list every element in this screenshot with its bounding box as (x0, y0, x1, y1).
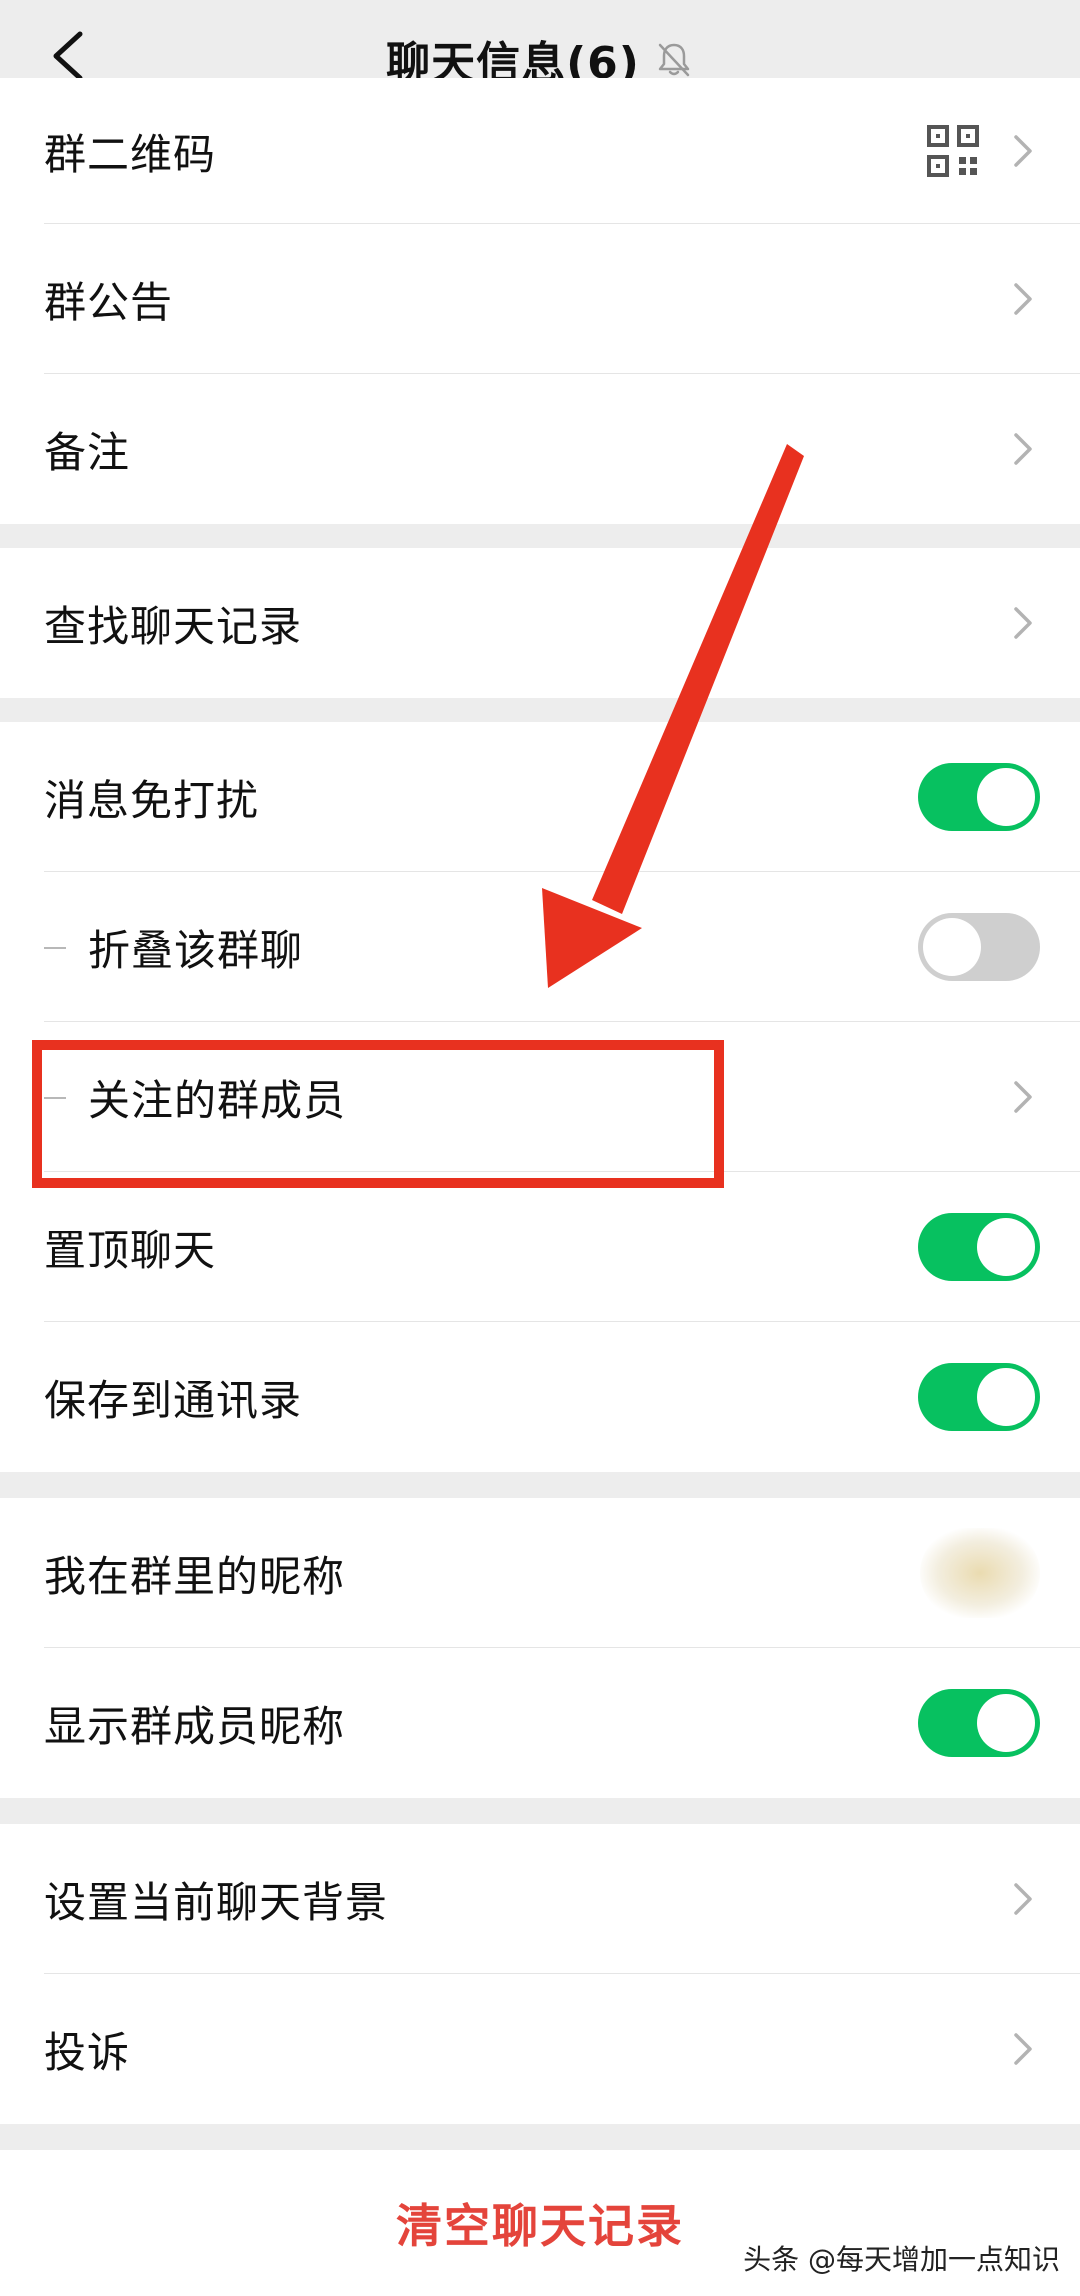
row-remark[interactable]: 备注 (0, 374, 1080, 524)
toggle-knob (977, 1368, 1035, 1426)
settings-group-3: 消息免打扰 折叠该群聊 关注的群成员 置顶聊天 保存到通讯录 (0, 722, 1080, 1472)
chevron-right-icon (1006, 1877, 1040, 1921)
row-label: 我在群里的昵称 (44, 1551, 346, 1601)
row-label: 备注 (44, 427, 131, 477)
row-label: 折叠该群聊 (88, 925, 304, 975)
watermark-text: 头条 @每天增加一点知识 (743, 2243, 1060, 2276)
row-label: 保存到通讯录 (44, 1375, 303, 1425)
chevron-right-icon (1006, 2027, 1040, 2071)
chevron-right-icon (1006, 601, 1040, 645)
row-label: 群二维码 (44, 129, 217, 179)
chevron-right-icon (1006, 1075, 1040, 1119)
blurred-nickname (920, 1528, 1040, 1618)
bell-off-icon (654, 39, 694, 79)
row-mute-notifications: 消息免打扰 (0, 722, 1080, 872)
clear-chat-history-label: 清空聊天记录 (396, 2199, 684, 2253)
settings-group-5: 设置当前聊天背景 投诉 (0, 1824, 1080, 2124)
row-label: 关注的群成员 (88, 1075, 347, 1125)
indent-dash (44, 947, 66, 949)
mute-toggle[interactable] (918, 763, 1040, 831)
row-label: 置顶聊天 (44, 1225, 217, 1275)
toggle-knob (923, 918, 981, 976)
row-followed-members[interactable]: 关注的群成员 (0, 1022, 1080, 1172)
settings-group-2: 查找聊天记录 (0, 548, 1080, 698)
toggle-knob (977, 1694, 1035, 1752)
fold-toggle[interactable] (918, 913, 1040, 981)
row-label: 显示群成员昵称 (44, 1701, 346, 1751)
chevron-right-icon (1006, 277, 1040, 321)
row-label: 设置当前聊天背景 (44, 1877, 389, 1927)
row-save-to-contacts: 保存到通讯录 (0, 1322, 1080, 1472)
row-label: 查找聊天记录 (44, 601, 303, 651)
row-complaint[interactable]: 投诉 (0, 1974, 1080, 2124)
toggle-knob (977, 1218, 1035, 1276)
pin-toggle[interactable] (918, 1213, 1040, 1281)
show-nicknames-toggle[interactable] (918, 1689, 1040, 1757)
row-search-chat-history[interactable]: 查找聊天记录 (0, 548, 1080, 698)
row-fold-group: 折叠该群聊 (0, 872, 1080, 1022)
row-label: 群公告 (44, 277, 174, 327)
row-show-member-nicknames: 显示群成员昵称 (0, 1648, 1080, 1798)
row-group-notice[interactable]: 群公告 (0, 224, 1080, 374)
settings-group-4: 我在群里的昵称 显示群成员昵称 (0, 1498, 1080, 1798)
chat-info-page: 聊天信息(6) 群二维码 群公告 备注 查找聊天记录 消息免打扰 折叠该群聊 关… (0, 0, 1080, 2296)
chevron-right-icon (1006, 129, 1040, 173)
row-my-group-nickname[interactable]: 我在群里的昵称 (0, 1498, 1080, 1648)
row-group-qrcode[interactable]: 群二维码 (0, 78, 1080, 224)
row-label: 投诉 (44, 2027, 131, 2077)
settings-group-1: 群二维码 群公告 备注 (0, 78, 1080, 524)
row-pin-chat: 置顶聊天 (0, 1172, 1080, 1322)
toggle-knob (977, 768, 1035, 826)
chevron-right-icon (1006, 427, 1040, 471)
save-contacts-toggle[interactable] (918, 1363, 1040, 1431)
row-label: 消息免打扰 (44, 775, 260, 825)
indent-dash (44, 1097, 66, 1099)
qr-code-icon (926, 124, 980, 178)
row-chat-background[interactable]: 设置当前聊天背景 (0, 1824, 1080, 1974)
